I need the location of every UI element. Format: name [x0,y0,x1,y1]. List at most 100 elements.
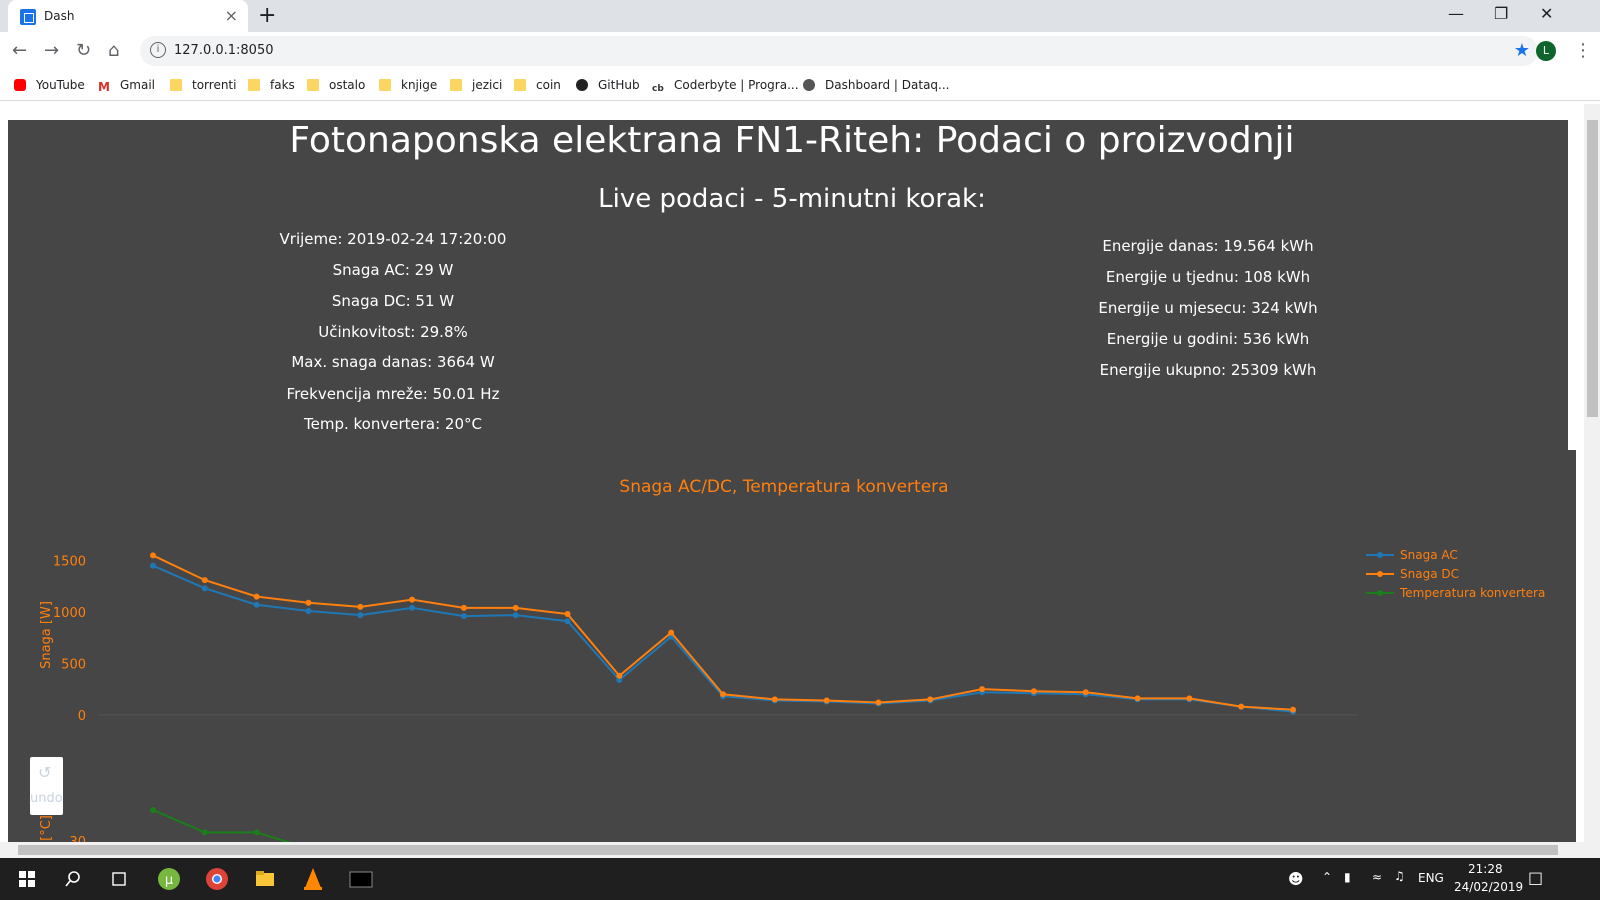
taskbar: µ ☻ ⌃ ▮ ≈ ♫ ENG 21:28 24/02/2019 □ [0,858,1600,900]
data-point[interactable] [512,612,519,619]
data-point[interactable] [512,604,519,611]
bookmark-dataquest[interactable]: Dashboard | Dataq... [803,78,950,92]
terminal-icon[interactable] [346,864,376,894]
utorrent-icon[interactable]: µ [154,864,184,894]
coderbyte-icon: cb [652,83,664,95]
data-point[interactable] [1030,688,1037,695]
stat-power-ac: Snaga AC: 29 W [332,261,454,279]
bookmark-gmail[interactable]: M Gmail [98,78,155,93]
undo-icon: ↺ [38,763,52,782]
menu-icon[interactable]: ⋮ [1574,40,1592,61]
data-point[interactable] [409,604,416,611]
legend-marker[interactable] [1377,590,1383,596]
chrome-icon[interactable] [202,864,232,894]
data-point[interactable] [564,618,571,625]
vlc-icon[interactable] [298,864,328,894]
data-point[interactable] [409,596,416,603]
data-point[interactable] [460,613,467,620]
data-point[interactable] [150,807,156,813]
data-point[interactable] [875,699,882,706]
data-point[interactable] [305,607,312,614]
bookmark-star-icon[interactable]: ★ [1514,40,1530,61]
data-point[interactable] [616,672,623,679]
clock-date[interactable]: 24/02/2019 [1454,880,1523,894]
data-point[interactable] [771,696,778,703]
data-point[interactable] [668,629,675,636]
power-temperature-chart[interactable]: Snaga AC/DC, Temperatura konvertera 1500 1… [8,470,1576,842]
data-point[interactable] [253,601,260,608]
legend-label[interactable]: Snaga AC [1400,548,1458,562]
data-point[interactable] [150,562,156,569]
data-point[interactable] [305,599,312,606]
bookmark-jezici[interactable]: jezici [450,78,502,92]
language-indicator[interactable]: ENG [1418,871,1444,885]
youtube-icon [14,79,26,91]
clock-time[interactable]: 21:28 [1468,862,1503,876]
legend-marker[interactable] [1377,552,1383,558]
new-tab-button[interactable]: + [258,3,276,28]
folder-icon [379,79,391,91]
data-point[interactable] [201,585,208,592]
volume-icon[interactable]: ♫ [1394,869,1405,883]
info-icon[interactable]: i [150,42,166,58]
data-point[interactable] [979,686,986,693]
back-icon[interactable]: ← [12,40,27,61]
file-explorer-icon[interactable] [250,864,280,894]
wifi-icon[interactable]: ≈ [1372,870,1382,884]
chevron-up-icon[interactable]: ⌃ [1322,870,1332,884]
data-point[interactable] [823,697,830,704]
bookmark-coderbyte[interactable]: cb Coderbyte | Progra... [652,78,799,95]
bookmark-torrenti[interactable]: torrenti [170,78,236,92]
data-point[interactable] [460,604,467,611]
tab-title: Dash [44,9,75,23]
undo-button[interactable]: ↺ undo [30,757,63,815]
windows-start-icon[interactable] [12,864,42,894]
address-bar[interactable]: i 127.0.0.1:8050 ★ [140,36,1538,66]
url-text[interactable]: 127.0.0.1:8050 [174,43,274,58]
restore-icon[interactable]: ❐ [1494,4,1508,23]
data-point[interactable] [720,691,726,698]
data-point[interactable] [150,552,156,559]
data-point[interactable] [253,829,260,836]
dash-page: Fotonaponska elektrana FN1-Riteh: Podaci… [8,120,1576,842]
y2-axis-label: [°C] [39,815,54,841]
minimize-icon[interactable]: — [1448,4,1464,23]
bookmark-knjige[interactable]: knjige [379,78,437,92]
data-point[interactable] [1290,706,1296,713]
legend-marker[interactable] [1377,571,1383,577]
task-view-icon[interactable] [104,864,134,894]
home-icon[interactable]: ⌂ [108,40,119,61]
data-point[interactable] [357,603,364,610]
search-icon[interactable] [58,864,88,894]
bookmark-youtube[interactable]: YouTube [14,78,85,92]
bookmark-github[interactable]: GitHub [576,78,640,92]
legend-label[interactable]: Temperatura konvertera [1399,586,1545,600]
horizontal-scrollbar-thumb[interactable] [18,845,1558,855]
window-close-icon[interactable]: ✕ [1540,4,1553,23]
bookmark-faks[interactable]: faks [248,78,295,92]
data-point[interactable] [201,829,208,836]
people-icon[interactable]: ☻ [1288,870,1304,888]
vertical-scrollbar-thumb[interactable] [1587,120,1598,417]
forward-icon[interactable]: → [44,40,59,61]
stat-energy-total: Energije ukupno: 25309 kWh [1099,361,1317,379]
data-point[interactable] [201,577,208,584]
bookmark-ostalo[interactable]: ostalo [307,78,365,92]
data-point[interactable] [1134,695,1141,702]
data-point[interactable] [1082,689,1089,696]
data-point[interactable] [564,611,571,618]
data-point[interactable] [253,593,260,600]
tab-close-icon[interactable]: × [225,6,238,25]
data-point[interactable] [927,696,934,703]
tab-dash[interactable]: Dash × [8,0,248,32]
data-point[interactable] [1186,695,1193,702]
reload-icon[interactable]: ↻ [76,40,91,61]
bookmark-coin[interactable]: coin [514,78,561,92]
data-point[interactable] [1238,703,1245,710]
legend-label[interactable]: Snaga DC [1400,567,1459,581]
y-tick-label: 0 [78,709,86,724]
data-point[interactable] [357,612,364,619]
notification-icon[interactable]: □ [1528,868,1543,887]
battery-icon[interactable]: ▮ [1344,870,1351,884]
profile-avatar[interactable]: L [1536,41,1556,61]
